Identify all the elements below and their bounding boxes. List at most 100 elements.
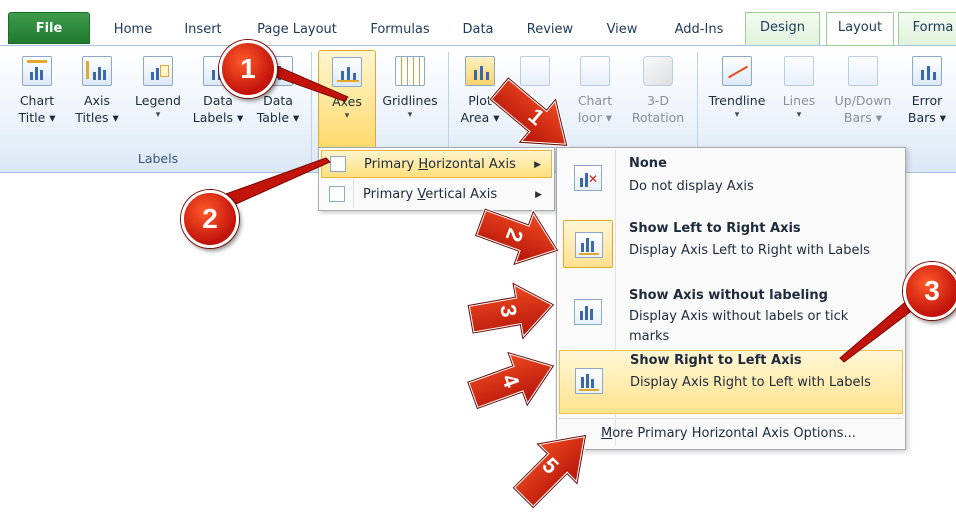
axes-label-1: Axes (332, 94, 362, 109)
gridlines-label-2: ▾ (407, 110, 413, 120)
primary-horizontal-axis-label-post: orizontal Axis (428, 157, 516, 172)
plot-area-icon (465, 56, 495, 86)
primary-vertical-axis-item[interactable]: Primary Vertical Axis ▶ (321, 181, 552, 209)
tab-format[interactable]: Forma (898, 12, 956, 45)
axis-option-nolabel-desc: Display Axis without labels or tick mark… (629, 309, 849, 344)
chart-floor-label-2: loor ▾ (577, 110, 613, 125)
arrow-number-5: 5 (537, 452, 564, 479)
legend-label-1: Legend (135, 93, 181, 108)
arrow-number-3: 3 (495, 302, 522, 320)
axis-nolabel-icon-box (563, 288, 613, 336)
axis-without-labeling-icon (574, 299, 602, 325)
tab-formulas[interactable]: Formulas (358, 15, 442, 45)
tab-design[interactable]: Design (745, 12, 820, 45)
tab-page-layout[interactable]: Page Layout (244, 15, 350, 45)
arrow-number-4: 4 (496, 370, 525, 391)
horizontal-axis-icon (330, 156, 346, 172)
chart-wall-button[interactable]: W (510, 52, 560, 148)
step-badge-3: 3 (903, 262, 956, 320)
axis-titles-button[interactable]: Axis Titles ▾ (70, 52, 124, 148)
submenu-arrow-icon: ▶ (534, 160, 541, 170)
axis-rtl-icon-box (564, 357, 614, 405)
legend-button[interactable]: Legend ▾ (128, 52, 188, 148)
error-bars-label-1: Error (911, 93, 943, 108)
tab-insert[interactable]: Insert (172, 15, 234, 45)
axis-option-without-labeling[interactable]: Show Axis without labeling Display Axis … (559, 286, 903, 350)
3d-rotation-button[interactable]: 3-D Rotation (626, 52, 690, 148)
axes-button[interactable]: Axes ▾ (318, 50, 376, 150)
plot-area-label-2: Area ▾ (460, 110, 500, 125)
chart-wall-icon (520, 56, 550, 86)
axis-option-none[interactable]: ✕ None Do not display Axis (559, 152, 903, 206)
trendline-button[interactable]: Trendline ▾ (702, 52, 772, 148)
arrow-number-2: 2 (500, 225, 529, 246)
plot-area-label-1: Plot (468, 93, 492, 108)
3d-rotation-label-2: Rotation (631, 110, 685, 125)
lines-icon (784, 56, 814, 86)
3d-rotation-label-1: 3-D (646, 93, 670, 108)
axis-option-none-desc: Do not display Axis (629, 179, 754, 194)
axis-option-nolabel-title: Show Axis without labeling (629, 288, 828, 303)
chart-title-icon (22, 56, 52, 86)
primary-horizontal-axis-item[interactable]: Primary Horizontal Axis ▶ (321, 150, 552, 178)
trendline-label-1: Trendline (708, 93, 766, 108)
primary-vertical-axis-label-pre: Primary (363, 187, 418, 202)
axes-label-2: ▾ (344, 111, 350, 121)
more-axis-options-item[interactable]: More Primary Horizontal Axis Options... (601, 426, 856, 441)
tab-review[interactable]: Review (514, 15, 586, 45)
updown-bars-icon (848, 56, 878, 86)
axis-titles-label-1: Axis (84, 93, 110, 108)
axis-option-right-to-left[interactable]: Show Right to Left Axis Display Axis Rig… (559, 350, 903, 414)
step-badge-1: 1 (219, 40, 277, 98)
axis-option-rtl-title: Show Right to Left Axis (630, 353, 802, 368)
plot-area-button[interactable]: Plot Area ▾ (454, 52, 506, 148)
chart-title-button[interactable]: Chart Title ▾ (8, 52, 66, 148)
ribbon-tab-strip: File Home Insert Page Layout Formulas Da… (0, 10, 956, 46)
error-bars-label-2: Bars ▾ (907, 110, 947, 125)
axis-none-icon-box: ✕ (563, 154, 613, 202)
axes-icon (332, 57, 362, 87)
tab-file[interactable]: File (8, 12, 90, 44)
more-options-label: ore Primary Horizontal Axis Options... (612, 426, 856, 441)
lines-label-1: Lines (782, 93, 816, 108)
legend-icon (143, 56, 173, 86)
error-bars-button[interactable]: Error Bars ▾ (902, 52, 952, 148)
data-labels-label-1: Data (203, 93, 233, 108)
more-options-accesskey: M (601, 426, 613, 441)
labels-group-label: Labels (137, 151, 179, 166)
lines-button[interactable]: Lines ▾ (776, 52, 822, 148)
data-labels-label-2: Labels ▾ (192, 110, 244, 125)
gridlines-button[interactable]: Gridlines ▾ (378, 52, 442, 148)
trendline-icon (722, 56, 752, 86)
horizontal-axis-submenu: ✕ None Do not display Axis Show Left to … (556, 147, 906, 450)
updown-bars-label-2: Bars ▾ (843, 110, 883, 125)
lines-label-2: ▾ (796, 110, 802, 120)
chart-title-label-1: Chart (19, 93, 55, 108)
chart-title-label-2: Title ▾ (18, 110, 56, 125)
axis-right-to-left-icon (575, 368, 603, 394)
axes-menu: Primary Horizontal Axis ▶ Primary Vertic… (318, 147, 555, 211)
axis-option-rtl-desc: Display Axis Right to Left with Labels (630, 375, 871, 390)
tab-home[interactable]: Home (102, 15, 164, 45)
axis-left-to-right-icon (575, 232, 603, 258)
tab-view[interactable]: View (594, 15, 650, 45)
chart-floor-button[interactable]: Chart loor ▾ (566, 52, 624, 148)
chart-floor-icon (580, 56, 610, 86)
axis-titles-icon (82, 56, 112, 86)
axis-option-ltr-title: Show Left to Right Axis (629, 221, 801, 236)
tab-layout[interactable]: Layout (826, 12, 894, 46)
submenu-arrow-icon: ▶ (535, 190, 542, 200)
primary-horizontal-axis-label-pre: Primary (364, 157, 419, 172)
tab-data[interactable]: Data (450, 15, 506, 45)
chart-floor-label-1: Chart (577, 93, 613, 108)
step-badge-2: 2 (181, 190, 239, 248)
trendline-label-2: ▾ (734, 110, 740, 120)
updown-bars-button[interactable]: Up/Down Bars ▾ (826, 52, 900, 148)
axis-option-left-to-right[interactable]: Show Left to Right Axis Display Axis Lef… (559, 218, 903, 274)
menu-separator (559, 418, 903, 419)
primary-vertical-axis-label-post: ertical Axis (425, 187, 498, 202)
axis-titles-label-2: Titles ▾ (75, 110, 119, 125)
tab-add-ins[interactable]: Add-Ins (660, 15, 738, 45)
group-separator (311, 52, 312, 168)
axis-none-icon: ✕ (574, 165, 602, 191)
